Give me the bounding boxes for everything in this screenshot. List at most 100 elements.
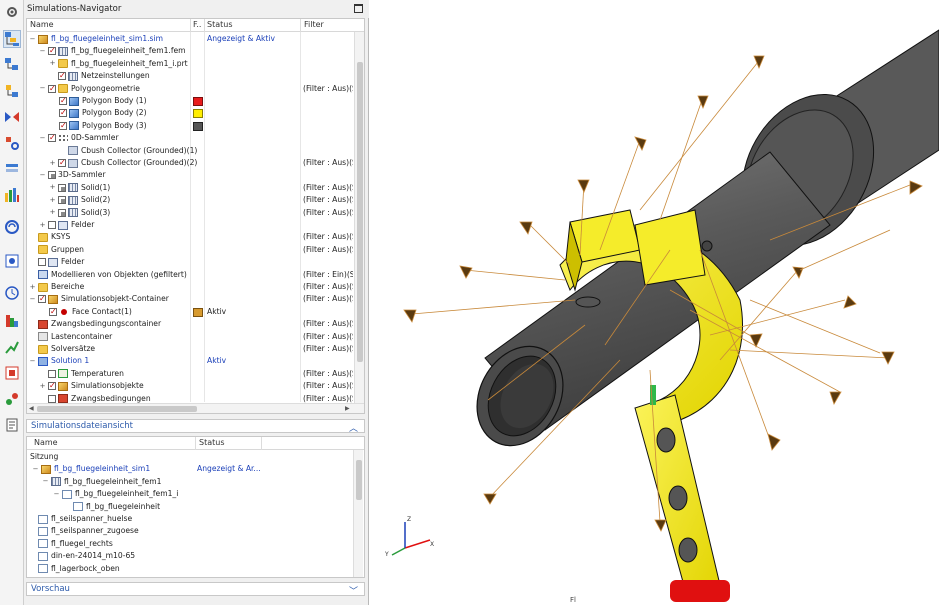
tree-row[interactable]: − Solution 1 Aktiv: [27, 355, 353, 367]
scroll-thumb[interactable]: [356, 460, 362, 500]
simulation-navigator-icon[interactable]: [3, 30, 21, 48]
scroll-right-icon[interactable]: ▶: [345, 405, 350, 412]
checkbox[interactable]: [58, 183, 66, 192]
tree-row[interactable]: +Solid(3) (Filter : Aus)(So: [27, 207, 353, 219]
column-status[interactable]: Status: [207, 20, 233, 29]
tree-row[interactable]: Cbush Collector (Grounded)(1): [27, 145, 353, 157]
assembly-navigator-icon[interactable]: [3, 82, 21, 100]
tree-row[interactable]: Modellieren von Objekten (gefiltert) (Fi…: [27, 269, 353, 281]
checkbox[interactable]: [38, 293, 46, 305]
color-swatch: [193, 307, 203, 317]
tree-row[interactable]: Polygon Body (2): [27, 107, 353, 119]
chevron-down-icon[interactable]: ﹀: [349, 584, 358, 597]
sim-file-icon: [38, 34, 48, 44]
settings-icon[interactable]: [3, 3, 21, 21]
graphics-viewport[interactable]: X Z Y Fl: [370, 0, 939, 605]
tree-row[interactable]: Polygon Body (1): [27, 95, 353, 107]
maximize-icon[interactable]: [354, 4, 363, 13]
history-navigator-icon[interactable]: [3, 134, 21, 152]
tree-row[interactable]: +Simulationsobjekte (Filter : Aus)(So: [27, 380, 353, 392]
list-item[interactable]: fl_lagerbock_oben: [27, 563, 353, 575]
list-item[interactable]: Sitzung: [27, 451, 353, 463]
chevron-up-icon[interactable]: ︿: [349, 421, 358, 434]
tree-row[interactable]: Zwangsbedingungscontainer (Filter : Aus)…: [27, 318, 353, 330]
checkbox[interactable]: [48, 380, 56, 392]
checkbox[interactable]: [48, 132, 56, 144]
model-view[interactable]: X Z Y: [370, 0, 939, 605]
tree-row[interactable]: Lastencontainer (Filter : Aus)(So: [27, 331, 353, 343]
column-filter[interactable]: Filter: [304, 20, 324, 29]
part-file-icon: [73, 502, 83, 512]
checkbox[interactable]: [58, 208, 66, 217]
list-item[interactable]: din-en-24014_m10-65: [27, 550, 353, 562]
tree-row[interactable]: +Cbush Collector (Grounded)(2) (Filter :…: [27, 157, 353, 169]
roles-icon[interactable]: [3, 364, 21, 382]
tree-row[interactable]: +Bereiche (Filter : Aus)(So: [27, 281, 353, 293]
tree-row[interactable]: −0D-Sammler: [27, 132, 353, 144]
book-icon[interactable]: [3, 416, 21, 434]
process-studio-icon[interactable]: [3, 338, 21, 356]
checkbox[interactable]: [58, 196, 66, 205]
system-scenes-icon[interactable]: [3, 390, 21, 408]
tree-row[interactable]: +Solid(2) (Filter : Aus)(So: [27, 194, 353, 206]
material-icon[interactable]: [3, 312, 21, 330]
hd3d-tools-icon[interactable]: [3, 186, 21, 204]
polygon-body-icon: [69, 121, 79, 131]
list-item[interactable]: − fl_bg_fluegeleinheit_sim1 Angezeigt & A…: [27, 463, 353, 475]
column-f[interactable]: F..: [193, 20, 201, 29]
tree-row[interactable]: Polygon Body (3): [27, 120, 353, 132]
web-browser-icon[interactable]: [3, 218, 21, 236]
tree-row[interactable]: Face Contact(1) Aktiv: [27, 306, 353, 318]
tree-row[interactable]: +Solid(1) (Filter : Aus)(So: [27, 182, 353, 194]
part-navigator-icon[interactable]: [3, 56, 21, 74]
checkbox[interactable]: [49, 306, 57, 318]
tree-row[interactable]: − fl_bg_fluegeleinheit_sim1.sim Angezeigt…: [27, 33, 353, 45]
tree-row[interactable]: −Simulationsobjekt-Container (Filter : A…: [27, 293, 353, 305]
checkbox[interactable]: [48, 83, 56, 95]
checkbox[interactable]: [48, 171, 56, 180]
constraint-navigator-icon[interactable]: [3, 108, 21, 126]
preview-header[interactable]: Vorschau ﹀: [26, 582, 365, 597]
history-icon[interactable]: [3, 284, 21, 302]
checkbox[interactable]: [59, 107, 67, 119]
scroll-thumb[interactable]: [357, 62, 363, 362]
checkbox[interactable]: [48, 45, 56, 57]
tree-row[interactable]: + fl_bg_fluegeleinheit_fem1_i.prt: [27, 58, 353, 70]
tree-row[interactable]: + Felder: [27, 219, 353, 231]
svg-text:Z: Z: [407, 516, 411, 523]
palette-icon[interactable]: [3, 252, 21, 270]
tree-row[interactable]: KSYS (Filter : Aus)(So: [27, 231, 353, 243]
checkbox[interactable]: [58, 70, 66, 82]
list-item[interactable]: − fl_bg_fluegeleinheit_fem1_i: [27, 488, 353, 500]
checkbox[interactable]: [38, 258, 46, 267]
column-name[interactable]: Name: [34, 438, 58, 447]
tree-row[interactable]: Solversätze (Filter : Aus)(So: [27, 343, 353, 355]
checkbox[interactable]: [48, 394, 56, 403]
checkbox[interactable]: [48, 369, 56, 378]
checkbox[interactable]: [59, 95, 67, 107]
tree-vertical-scrollbar[interactable]: [354, 32, 364, 404]
tree-row[interactable]: Temperaturen (Filter : Aus)(So: [27, 368, 353, 380]
checkbox[interactable]: [59, 120, 67, 132]
tree-row[interactable]: Felder: [27, 256, 353, 268]
scroll-thumb[interactable]: [37, 406, 197, 412]
tree-horizontal-scrollbar[interactable]: ◀ ▶: [27, 403, 364, 413]
tree-row[interactable]: −fl_bg_fluegeleinheit_fem1.fem: [27, 45, 353, 57]
checkbox[interactable]: [48, 221, 56, 229]
list-item[interactable]: fl_seilspanner_huelse: [27, 513, 353, 525]
tree-row[interactable]: Netzeinstellungen: [27, 70, 353, 82]
checkbox[interactable]: [58, 157, 66, 169]
list-item[interactable]: − fl_bg_fluegeleinheit_fem1: [27, 476, 353, 488]
file-view-vertical-scrollbar[interactable]: [353, 450, 363, 577]
list-item[interactable]: fl_bg_fluegeleinheit: [27, 501, 353, 513]
list-item[interactable]: fl_seilspanner_zugoese: [27, 525, 353, 537]
tree-row[interactable]: Gruppen (Filter : Aus)(So: [27, 244, 353, 256]
column-name[interactable]: Name: [30, 20, 54, 29]
list-item[interactable]: fl_fluegel_rechts: [27, 538, 353, 550]
reuse-library-icon[interactable]: [3, 160, 21, 178]
tree-row[interactable]: −3D-Sammler: [27, 169, 353, 181]
tree-row[interactable]: −Polygongeometrie (Filter : Aus)(So: [27, 83, 353, 95]
scroll-left-icon[interactable]: ◀: [29, 405, 34, 412]
column-status[interactable]: Status: [199, 438, 225, 447]
file-view-header[interactable]: Simulationsdateiansicht ︿: [26, 419, 365, 434]
